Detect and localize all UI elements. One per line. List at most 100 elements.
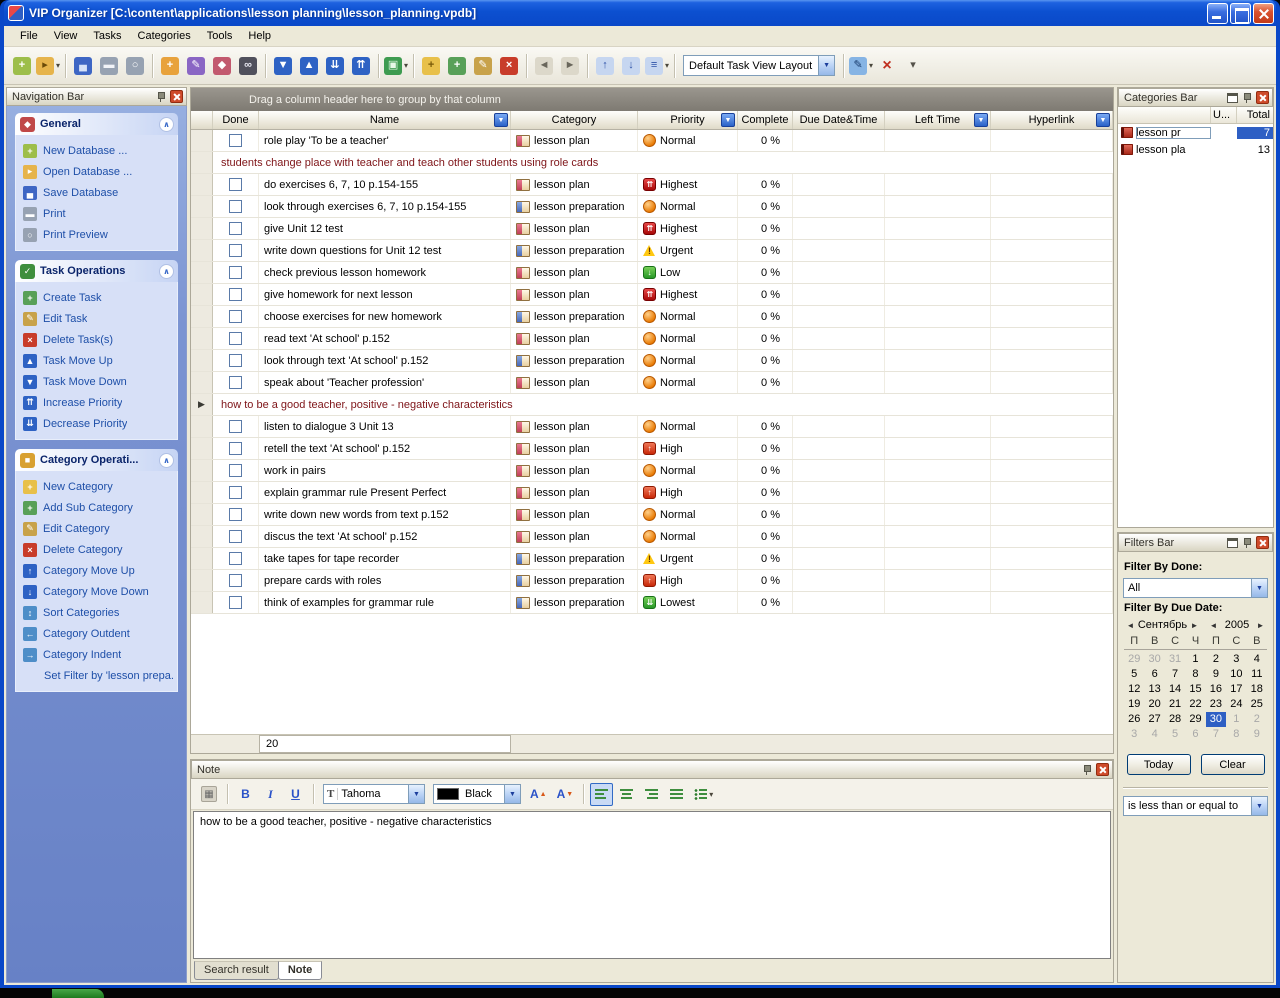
print-button[interactable]: ▬ (96, 52, 122, 79)
filter-dropdown-icon[interactable] (721, 113, 735, 127)
calendar-day[interactable]: 2 (1247, 712, 1267, 727)
calendar-day[interactable]: 31 (1165, 652, 1185, 667)
task-checkbox[interactable] (229, 464, 242, 477)
combo-dropdown-icon[interactable] (504, 785, 520, 803)
table-row[interactable]: look through text 'At school' p.152lesso… (191, 350, 1113, 372)
menu-view[interactable]: View (46, 27, 86, 45)
column-header-done[interactable]: Done (213, 111, 259, 129)
category-name-column[interactable] (1118, 107, 1211, 123)
combo-dropdown-icon[interactable] (1251, 797, 1267, 815)
calendar-day[interactable]: 19 (1124, 697, 1144, 712)
table-row[interactable]: explain grammar rule Present Perfectless… (191, 482, 1113, 504)
align-right-button[interactable] (640, 783, 663, 806)
delete-layout-button[interactable]: × (874, 52, 900, 79)
navigate-forward-button[interactable]: ► (557, 52, 583, 79)
today-button[interactable]: Today (1127, 754, 1191, 775)
calendar-day[interactable]: 23 (1206, 697, 1226, 712)
task-checkbox[interactable] (229, 442, 242, 455)
calendar-day[interactable]: 1 (1185, 652, 1205, 667)
tab-search-result[interactable]: Search result (194, 961, 279, 980)
calendar-day[interactable]: 5 (1165, 727, 1185, 742)
calendar-day[interactable]: 4 (1144, 727, 1164, 742)
calendar-day[interactable]: 1 (1226, 712, 1246, 727)
task-checkbox[interactable] (229, 332, 242, 345)
filter-dropdown-icon[interactable] (974, 113, 988, 127)
save-database-button[interactable]: ▄ (70, 52, 96, 79)
move-in-button[interactable]: ↓ (618, 52, 644, 79)
category-row-lesson-pr[interactable]: lesson pr7 (1118, 124, 1273, 141)
nav-item-decrease-priority[interactable]: ⇊Decrease Priority (18, 413, 175, 434)
column-header-category[interactable]: Category (511, 111, 638, 129)
close-panel-icon[interactable] (170, 90, 183, 103)
add-subitem-button[interactable]: + (444, 52, 470, 79)
group-row[interactable]: ▶how to be a good teacher, positive - ne… (191, 394, 1113, 416)
nav-section-header[interactable]: ■Category Operati...∧ (15, 449, 178, 471)
calendar-day[interactable]: 16 (1206, 682, 1226, 697)
calendar-day[interactable]: 13 (1144, 682, 1164, 697)
current-view-button[interactable]: ▣▾ (383, 52, 409, 79)
increase-font-button[interactable]: A (526, 783, 551, 806)
total-column[interactable]: Total (1237, 107, 1273, 123)
find-tasks-button[interactable]: ∞ (235, 52, 261, 79)
table-row[interactable]: take tapes for tape recorderlesson prepa… (191, 548, 1113, 570)
next-year-button[interactable] (1254, 621, 1267, 630)
column-header-complete[interactable]: Complete (738, 111, 793, 129)
nav-item-task-move-up[interactable]: ▲Task Move Up (18, 350, 175, 371)
float-window-icon[interactable] (1227, 538, 1238, 548)
task-checkbox[interactable] (229, 244, 242, 257)
nav-item-delete-category[interactable]: ×Delete Category (18, 539, 175, 560)
close-panel-icon[interactable] (1256, 536, 1269, 549)
uncompleted-column[interactable]: U... (1211, 107, 1237, 123)
pin-icon[interactable] (1081, 764, 1093, 776)
nav-item-create-task[interactable]: +Create Task (18, 287, 175, 308)
table-row[interactable]: give Unit 12 testlesson planHighest0 % (191, 218, 1113, 240)
task-move-up-button[interactable]: ▲ (296, 52, 322, 79)
calendar-day[interactable]: 28 (1165, 712, 1185, 727)
task-colors-button[interactable]: ◆ (209, 52, 235, 79)
nav-item-sort-categories[interactable]: ↕Sort Categories (18, 602, 175, 623)
calendar-day[interactable]: 29 (1185, 712, 1205, 727)
task-checkbox[interactable] (229, 266, 242, 279)
task-checkbox[interactable] (229, 420, 242, 433)
task-checkbox[interactable] (229, 310, 242, 323)
align-justify-button[interactable] (665, 783, 688, 806)
calendar-day[interactable]: 24 (1226, 697, 1246, 712)
column-header-name[interactable]: Name (259, 111, 511, 129)
move-out-button[interactable]: ↑ (592, 52, 618, 79)
category-row-lesson-pla[interactable]: lesson pla13 (1118, 141, 1273, 158)
nav-item-print[interactable]: ▬Print (18, 203, 175, 224)
combo-dropdown-icon[interactable] (818, 56, 834, 75)
nav-item-delete-task-s[interactable]: ×Delete Task(s) (18, 329, 175, 350)
create-task-button[interactable]: + (157, 52, 183, 79)
bullet-list-button[interactable]: ▾ (690, 783, 717, 806)
nav-section-header[interactable]: ◆General∧ (15, 113, 178, 135)
calendar-day[interactable]: 29 (1124, 652, 1144, 667)
task-checkbox[interactable] (229, 134, 242, 147)
menu-tasks[interactable]: Tasks (85, 27, 129, 45)
task-checkbox[interactable] (229, 552, 242, 565)
calendar-day[interactable]: 22 (1185, 697, 1205, 712)
task-checkbox[interactable] (229, 200, 242, 213)
nav-item-open-database[interactable]: ▸Open Database ... (18, 161, 175, 182)
calendar-day[interactable]: 15 (1185, 682, 1205, 697)
tab-note[interactable]: Note (278, 961, 322, 980)
task-view-layout-select[interactable]: Default Task View Layout (683, 55, 835, 76)
task-checkbox[interactable] (229, 486, 242, 499)
note-editor[interactable]: how to be a good teacher, positive - neg… (193, 811, 1111, 959)
group-row[interactable]: students change place with teacher and t… (191, 152, 1113, 174)
calendar-day[interactable]: 14 (1165, 682, 1185, 697)
column-header-hyperlink[interactable]: Hyperlink (991, 111, 1113, 129)
combo-dropdown-icon[interactable] (408, 785, 424, 803)
align-center-button[interactable] (615, 783, 638, 806)
calendar-day[interactable]: 30 (1144, 652, 1164, 667)
calendar-day[interactable]: 17 (1226, 682, 1246, 697)
align-left-button[interactable] (590, 783, 613, 806)
calendar-day[interactable]: 26 (1124, 712, 1144, 727)
nav-item-new-category[interactable]: +New Category (18, 476, 175, 497)
calendar-day[interactable]: 20 (1144, 697, 1164, 712)
table-row[interactable]: discus the text 'At school' p.152lesson … (191, 526, 1113, 548)
table-row[interactable]: retell the text 'At school' p.152lesson … (191, 438, 1113, 460)
delete-item-button[interactable]: × (496, 52, 522, 79)
task-checkbox[interactable] (229, 354, 242, 367)
task-move-down-button[interactable]: ▼ (270, 52, 296, 79)
